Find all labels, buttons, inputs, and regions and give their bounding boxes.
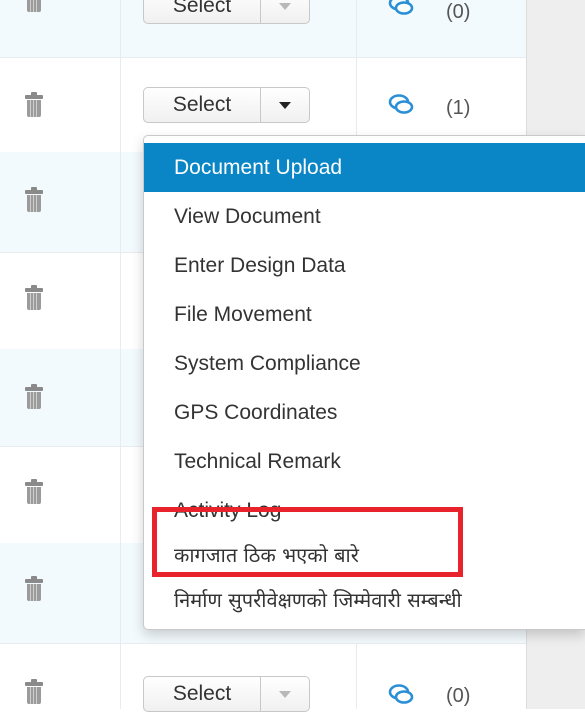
select-dropdown[interactable]: Select — [143, 676, 310, 712]
menu-item-file-movement[interactable]: File Movement — [144, 290, 585, 339]
table-cell — [0, 0, 121, 57]
select-button[interactable]: Select — [143, 0, 261, 24]
table-cell — [0, 152, 121, 252]
table-cell — [356, 643, 526, 709]
menu-item-view-document[interactable]: View Document — [144, 192, 585, 241]
trash-icon[interactable] — [24, 0, 44, 12]
select-dropdown[interactable]: Select — [143, 87, 310, 123]
trash-icon[interactable] — [24, 285, 44, 310]
chevron-down-icon — [279, 690, 291, 698]
table-cell — [0, 57, 121, 152]
select-button[interactable]: Select — [143, 676, 261, 712]
trash-icon[interactable] — [24, 187, 44, 212]
menu-item-enter-design-data[interactable]: Enter Design Data — [144, 241, 585, 290]
comment-count: (0) — [446, 685, 471, 707]
comment-count: (1) — [446, 97, 471, 119]
table-cell — [0, 349, 121, 446]
menu-item-document-upload[interactable]: Document Upload — [144, 143, 585, 192]
table-cell — [0, 643, 121, 709]
table-cell — [0, 446, 121, 543]
chevron-down-icon — [279, 2, 291, 10]
table-row: Select (0) — [0, 643, 585, 712]
trash-icon[interactable] — [24, 479, 44, 504]
comment-icon[interactable] — [388, 93, 414, 115]
table-row: Select (0) — [0, 0, 585, 58]
table-cell — [0, 252, 121, 349]
menu-item-supervision-responsibility[interactable]: निर्माण सुपरीवेक्षणको जिम्मेवारी सम्बन्ध… — [144, 576, 585, 625]
select-button[interactable]: Select — [143, 87, 261, 123]
highlight-annotation-box — [152, 507, 463, 577]
table-cell — [0, 543, 121, 643]
comment-icon[interactable] — [388, 0, 414, 16]
trash-icon[interactable] — [24, 384, 44, 409]
select-toggle-button[interactable] — [261, 87, 310, 123]
menu-item-technical-remark[interactable]: Technical Remark — [144, 437, 585, 486]
menu-item-gps-coordinates[interactable]: GPS Coordinates — [144, 388, 585, 437]
trash-icon[interactable] — [24, 576, 44, 601]
comment-icon[interactable] — [388, 683, 414, 705]
select-toggle-button[interactable] — [261, 0, 310, 24]
trash-icon[interactable] — [24, 92, 44, 117]
select-dropdown[interactable]: Select — [143, 0, 310, 24]
trash-icon[interactable] — [24, 679, 44, 704]
menu-item-system-compliance[interactable]: System Compliance — [144, 339, 585, 388]
select-toggle-button[interactable] — [261, 676, 310, 712]
chevron-down-icon — [279, 101, 291, 109]
table-cell — [356, 0, 526, 57]
comment-count: (0) — [446, 1, 471, 23]
